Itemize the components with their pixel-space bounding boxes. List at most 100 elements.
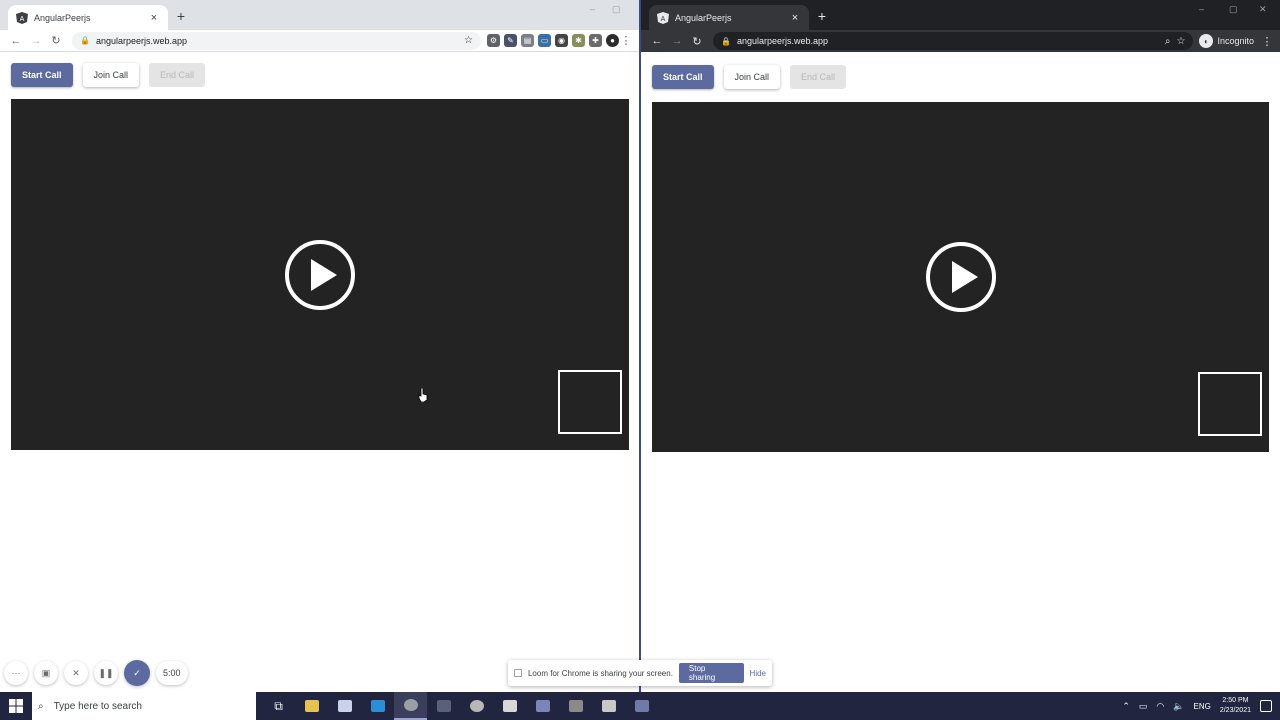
profile-avatar-icon[interactable]: ● bbox=[606, 34, 619, 47]
battery-icon[interactable]: ▭ bbox=[1139, 701, 1148, 712]
svg-text:A: A bbox=[20, 16, 25, 23]
camera-icon[interactable]: ▣ bbox=[34, 661, 58, 685]
hand-cursor-icon bbox=[418, 388, 428, 402]
back-icon[interactable]: ← bbox=[6, 32, 26, 50]
remote-video[interactable] bbox=[652, 102, 1269, 452]
windows-taskbar: ⌕ Type here to search ⧉ ⌃ ▭ ◠ 🔈 ENG 2:50… bbox=[0, 692, 1280, 720]
hide-link[interactable]: Hide bbox=[750, 669, 766, 678]
browser-window-right: A AngularPeerjs × + – ▢ ✕ ← → ↻ 🔒 angula… bbox=[641, 0, 1280, 692]
network-icon[interactable]: ◠ bbox=[1156, 701, 1164, 712]
maximize-icon[interactable]: ▢ bbox=[612, 4, 621, 15]
forward-icon[interactable]: → bbox=[667, 32, 687, 50]
extension-circle-icon[interactable]: ◉ bbox=[555, 34, 568, 47]
share-message: Loom for Chrome is sharing your screen. bbox=[527, 668, 673, 678]
extension-window-icon[interactable]: ▭ bbox=[538, 34, 551, 47]
play-icon[interactable] bbox=[284, 239, 356, 311]
clock-date: 2/23/2021 bbox=[1219, 707, 1251, 714]
bookmark-star-icon[interactable]: ☆ bbox=[464, 35, 473, 46]
minimize-icon[interactable]: – bbox=[1199, 4, 1204, 14]
svg-text:A: A bbox=[661, 16, 666, 23]
browser-menu-icon[interactable]: ⋮ bbox=[619, 34, 633, 47]
forward-icon[interactable]: → bbox=[26, 32, 46, 50]
extensions-area: ⚙ ✎ ▤ ▭ ◉ ✱ ✚ ● bbox=[487, 34, 619, 47]
extension-puzzle-icon[interactable]: ✚ bbox=[589, 34, 602, 47]
vue-icon[interactable] bbox=[493, 692, 526, 720]
reload-icon[interactable]: ↻ bbox=[46, 32, 66, 50]
recording-timer: 5:00 bbox=[156, 661, 188, 685]
mail-icon[interactable] bbox=[328, 692, 361, 720]
back-icon[interactable]: ← bbox=[647, 32, 667, 50]
task-view-icon[interactable]: ⧉ bbox=[262, 692, 295, 720]
join-call-button[interactable]: Join Call bbox=[723, 65, 781, 89]
close-window-icon[interactable]: ✕ bbox=[1259, 4, 1267, 15]
browser-tab[interactable]: A AngularPeerjs × bbox=[649, 5, 809, 30]
maximize-icon[interactable]: ▢ bbox=[1229, 4, 1238, 15]
tab-title: AngularPeerjs bbox=[675, 12, 732, 23]
browser-toolbar: ← → ↻ 🔒 angularpeerjs.web.app ⌕ ☆ ◐ Inco… bbox=[641, 30, 1280, 52]
call-controls: Start Call Join Call End Call bbox=[652, 65, 847, 89]
angular-logo-icon: A bbox=[657, 11, 669, 24]
taskbar-apps: ⧉ bbox=[262, 692, 658, 720]
search-placeholder: Type here to search bbox=[53, 700, 142, 712]
taskbar-search-input[interactable]: ⌕ Type here to search bbox=[32, 692, 256, 720]
volume-icon[interactable]: 🔈 bbox=[1173, 701, 1184, 712]
extension-pen-icon[interactable]: ✎ bbox=[504, 34, 517, 47]
tab-strip: A AngularPeerjs × + – ▢ bbox=[0, 0, 639, 30]
play-icon[interactable] bbox=[925, 241, 997, 313]
angular-logo-icon: A bbox=[16, 11, 28, 24]
extension-bug-icon[interactable]: ✱ bbox=[572, 34, 585, 47]
clock-time: 2:50 PM bbox=[1222, 697, 1249, 704]
start-call-button[interactable]: Start Call bbox=[11, 63, 73, 87]
address-bar[interactable]: 🔒 angularpeerjs.web.app ⌕ ☆ bbox=[713, 32, 1194, 50]
chrome-icon[interactable] bbox=[394, 692, 427, 720]
url-text: angularpeerjs.web.app bbox=[736, 36, 829, 46]
zoom-icon[interactable]: ⌕ bbox=[1165, 36, 1171, 47]
screen-share-icon bbox=[514, 669, 522, 677]
incognito-indicator[interactable]: ◐ Incognito bbox=[1199, 34, 1254, 48]
terminal-icon[interactable] bbox=[427, 692, 460, 720]
app-icon[interactable] bbox=[559, 692, 592, 720]
join-call-button[interactable]: Join Call bbox=[82, 63, 140, 87]
loom-recording-controls: ··· ▣ ✕ ❚❚ ✓ 5:00 bbox=[4, 660, 188, 686]
snip-icon[interactable] bbox=[625, 692, 658, 720]
spotify-icon[interactable] bbox=[460, 692, 493, 720]
bookmark-star-icon[interactable]: ☆ bbox=[1177, 36, 1186, 47]
extension-gear-icon[interactable]: ⚙ bbox=[487, 34, 500, 47]
notification-center-icon[interactable] bbox=[1260, 700, 1272, 712]
lock-icon: 🔒 bbox=[721, 36, 731, 46]
new-tab-icon[interactable]: + bbox=[815, 8, 829, 24]
finish-recording-icon[interactable]: ✓ bbox=[124, 660, 150, 686]
cancel-recording-icon[interactable]: ✕ bbox=[64, 661, 88, 685]
browser-window-left: A AngularPeerjs × + – ▢ ← → ↻ 🔒 angularp… bbox=[0, 0, 639, 692]
file-explorer-icon[interactable] bbox=[295, 692, 328, 720]
search-icon: ⌕ bbox=[38, 700, 44, 712]
extension-screen-icon[interactable]: ▤ bbox=[521, 34, 534, 47]
document-icon[interactable] bbox=[592, 692, 625, 720]
close-tab-icon[interactable]: × bbox=[789, 12, 801, 24]
url-text: angularpeerjs.web.app bbox=[95, 35, 188, 46]
new-tab-icon[interactable]: + bbox=[174, 8, 188, 24]
address-bar[interactable]: 🔒 angularpeerjs.web.app ☆ bbox=[72, 31, 481, 50]
close-tab-icon[interactable]: × bbox=[148, 12, 160, 24]
start-call-button[interactable]: Start Call bbox=[652, 65, 714, 89]
end-call-button: End Call bbox=[149, 63, 206, 87]
local-video-preview bbox=[1198, 372, 1262, 436]
system-tray: ⌃ ▭ ◠ 🔈 ENG 2:50 PM 2/23/2021 bbox=[1122, 696, 1280, 716]
taskbar-clock[interactable]: 2:50 PM 2/23/2021 bbox=[1220, 696, 1251, 716]
browser-menu-icon[interactable]: ⋮ bbox=[1260, 35, 1274, 48]
stop-sharing-button[interactable]: Stop sharing bbox=[678, 663, 744, 683]
reload-icon[interactable]: ↻ bbox=[687, 32, 707, 50]
more-options-icon[interactable]: ··· bbox=[4, 661, 28, 685]
windows-start-icon[interactable] bbox=[0, 692, 32, 720]
incognito-icon: ◐ bbox=[1199, 34, 1214, 48]
minimize-icon[interactable]: – bbox=[590, 4, 595, 14]
language-indicator[interactable]: ENG bbox=[1194, 702, 1211, 711]
local-video-preview bbox=[558, 370, 622, 434]
browser-tab[interactable]: A AngularPeerjs × bbox=[8, 5, 168, 30]
pause-icon[interactable]: ❚❚ bbox=[94, 661, 118, 685]
chevron-up-icon[interactable]: ⌃ bbox=[1122, 701, 1130, 712]
incognito-label: Incognito bbox=[1217, 36, 1254, 46]
vscode-icon[interactable] bbox=[361, 692, 394, 720]
remote-video[interactable] bbox=[11, 99, 629, 450]
edge-icon[interactable] bbox=[526, 692, 559, 720]
